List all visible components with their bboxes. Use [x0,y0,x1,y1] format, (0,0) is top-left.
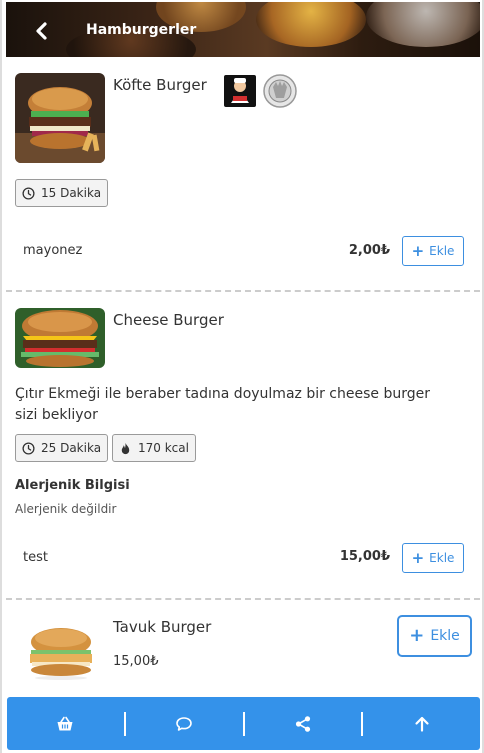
plus-icon: + [411,241,425,260]
category-header: Hamburgerler [6,2,480,57]
add-product-button[interactable]: + Ekle [397,615,472,657]
halal-seal [262,73,298,109]
option-price: 15,00₺ [339,549,390,564]
prep-time-badge: 25 Dakika [15,434,109,462]
prep-time-text: 15 Dakika [41,186,102,200]
clock-icon [22,186,35,200]
share-icon [295,715,310,732]
product-price: 15,00₺ [113,654,159,669]
calorie-badge: 170 kcal [112,434,196,462]
product-description: Çıtır Ekmeği ile beraber tadına doyulmaz… [15,386,430,423]
calorie-text: 170 kcal [138,441,189,455]
basket-button[interactable] [7,697,124,750]
product-name: Tavuk Burger [113,618,212,636]
option-name: mayonez [23,243,83,258]
add-option-button[interactable]: + Ekle [402,236,464,266]
add-option-button[interactable]: + Ekle [402,543,464,573]
scroll-top-button[interactable] [363,697,480,750]
clock-icon [22,441,35,455]
add-button-label: Ekle [430,628,460,644]
comment-button[interactable] [126,697,243,750]
add-button-label: Ekle [429,244,455,258]
allergen-title: Alerjenik Bilgisi [15,478,130,493]
add-button-label: Ekle [429,551,455,565]
product-image[interactable] [15,308,105,368]
chevron-left-icon [36,22,47,40]
product-image[interactable] [22,624,100,680]
menu-page: Hamburgerler Köfte Burger 15 Dakika mayo… [0,0,484,753]
bottom-action-bar [7,697,480,750]
divider [6,290,480,292]
page-title: Hamburgerler [86,22,197,38]
prep-time-badge: 15 Dakika [15,179,109,207]
back-button[interactable] [30,20,52,42]
product-image[interactable] [15,73,105,163]
divider [6,598,480,600]
allergen-text: Alerjenik değildir [15,502,117,516]
option-name: test [23,550,48,565]
brand-logo [224,75,256,107]
plus-icon: + [411,548,425,567]
prep-time-text: 25 Dakika [41,441,102,455]
basket-icon [57,716,73,730]
plus-icon: + [409,625,425,646]
product-name: Köfte Burger [113,76,207,94]
share-button[interactable] [245,697,362,750]
arrow-up-icon [415,716,429,732]
option-price: 2,00₺ [348,243,390,258]
fire-icon [121,442,130,454]
product-name: Cheese Burger [113,311,224,329]
comment-icon [176,716,192,731]
